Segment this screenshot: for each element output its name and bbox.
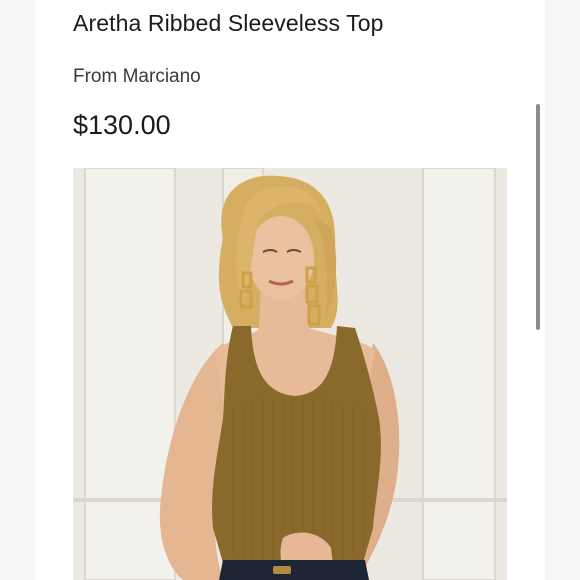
page-scrollbar[interactable] xyxy=(536,104,540,330)
product-photo-illustration xyxy=(73,168,507,580)
product-title: Aretha Ribbed Sleeveless Top xyxy=(73,10,384,36)
product-price: $130.00 xyxy=(73,110,171,140)
product-page: Aretha Ribbed Sleeveless Top From Marcia… xyxy=(35,0,545,580)
product-image[interactable] xyxy=(73,168,507,580)
brand-line: From Marciano xyxy=(73,66,201,87)
